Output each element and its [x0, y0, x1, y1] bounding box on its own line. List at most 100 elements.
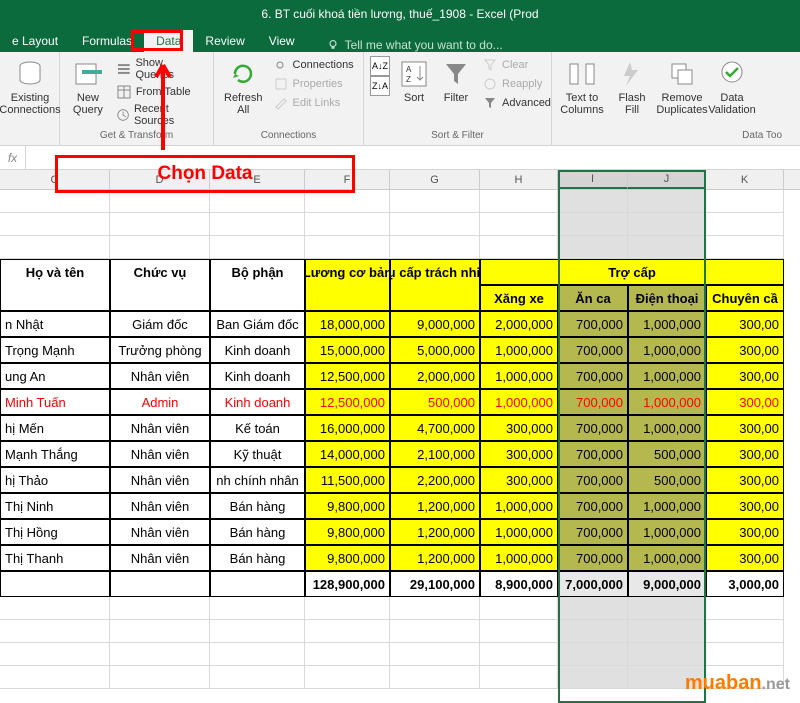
cell-dt[interactable]: 1,000,000 — [628, 545, 706, 571]
cell-chuyen[interactable]: 300,00 — [706, 337, 784, 363]
tell-me[interactable]: Tell me what you want to do... — [327, 38, 503, 52]
cell[interactable] — [110, 213, 210, 236]
cell-cv[interactable]: Nhân viên — [110, 441, 210, 467]
cell-luong[interactable]: 9,800,000 — [305, 493, 390, 519]
cell-luong[interactable]: 18,000,000 — [305, 311, 390, 337]
cell-name[interactable]: hị Mến — [0, 415, 110, 441]
cell[interactable] — [0, 597, 110, 620]
cell[interactable] — [480, 213, 558, 236]
remove-duplicates-button[interactable]: Remove Duplicates — [658, 56, 706, 129]
text-to-columns-button[interactable]: Text to Columns — [558, 56, 606, 129]
cell[interactable] — [628, 190, 706, 213]
cell[interactable] — [305, 190, 390, 213]
cell[interactable] — [0, 643, 110, 666]
cell-xang[interactable]: 1,000,000 — [480, 363, 558, 389]
hdr-anca[interactable]: Ăn ca — [558, 285, 628, 311]
cell-bp[interactable]: Kinh doanh — [210, 389, 305, 415]
cell-phucap[interactable]: 1,200,000 — [390, 545, 480, 571]
cell-bp[interactable]: Kinh doanh — [210, 363, 305, 389]
hdr-hoten[interactable]: Họ và tên — [0, 259, 110, 285]
cell[interactable] — [210, 213, 305, 236]
cell-xang[interactable]: 1,000,000 — [480, 389, 558, 415]
sort-desc-button[interactable]: Z↓A — [370, 76, 390, 96]
cell[interactable] — [480, 620, 558, 643]
cell[interactable] — [110, 620, 210, 643]
cell[interactable] — [558, 597, 628, 620]
cell-chuyen[interactable]: 300,00 — [706, 415, 784, 441]
cell-name[interactable]: ung An — [0, 363, 110, 389]
cell-chuyen[interactable]: 300,00 — [706, 441, 784, 467]
sheet-area[interactable]: C D E F G H I J K Họ và tên Chức vụ Bộ p… — [0, 170, 800, 689]
cell-bp[interactable]: nh chính nhân — [210, 467, 305, 493]
cell-name[interactable]: Trọng Mạnh — [0, 337, 110, 363]
cell-chuyen[interactable]: 300,00 — [706, 467, 784, 493]
cell-luong[interactable]: 9,800,000 — [305, 545, 390, 571]
cell[interactable] — [390, 285, 480, 311]
cell[interactable] — [628, 236, 706, 259]
hdr-trocap[interactable]: Trợ cấp — [480, 259, 784, 285]
cell[interactable] — [390, 620, 480, 643]
cell[interactable] — [110, 285, 210, 311]
cell[interactable] — [558, 643, 628, 666]
cell-phucap[interactable]: 2,100,000 — [390, 441, 480, 467]
cell[interactable] — [210, 236, 305, 259]
filter-button[interactable]: Filter — [436, 56, 476, 129]
cell[interactable] — [706, 620, 784, 643]
cell-name[interactable]: Minh Tuấn — [0, 389, 110, 415]
cell-name[interactable]: hị Thảo — [0, 467, 110, 493]
cell-xang[interactable]: 300,000 — [480, 441, 558, 467]
cell-xang[interactable]: 300,000 — [480, 415, 558, 441]
advanced-button[interactable]: Advanced — [478, 94, 555, 112]
cell[interactable] — [305, 666, 390, 689]
col-j[interactable]: J — [628, 170, 706, 189]
cell-bp[interactable]: Ban Giám đốc — [210, 311, 305, 337]
cell-luong[interactable]: 11,500,000 — [305, 467, 390, 493]
cell-bp[interactable]: Bán hàng — [210, 493, 305, 519]
total-phucap[interactable]: 29,100,000 — [390, 571, 480, 597]
cell[interactable] — [480, 190, 558, 213]
cell[interactable] — [390, 597, 480, 620]
cell-luong[interactable]: 12,500,000 — [305, 389, 390, 415]
cell-dt[interactable]: 1,000,000 — [628, 311, 706, 337]
cell[interactable] — [558, 620, 628, 643]
cell-bp[interactable]: Kỹ thuật — [210, 441, 305, 467]
cell-chuyen[interactable]: 300,00 — [706, 519, 784, 545]
total-chuyen[interactable]: 3,000,00 — [706, 571, 784, 597]
cell[interactable] — [390, 190, 480, 213]
cell-cv[interactable]: Giám đốc — [110, 311, 210, 337]
cell-anca[interactable]: 700,000 — [558, 519, 628, 545]
cell[interactable] — [0, 620, 110, 643]
hdr-luong[interactable]: Lương cơ bản — [305, 259, 390, 285]
cell[interactable] — [706, 597, 784, 620]
cell[interactable] — [558, 213, 628, 236]
existing-connections-button[interactable]: Existing Connections — [6, 56, 54, 141]
cell[interactable] — [390, 213, 480, 236]
cell-anca[interactable]: 700,000 — [558, 545, 628, 571]
cell[interactable] — [706, 236, 784, 259]
cell[interactable] — [480, 666, 558, 689]
hdr-chuyen[interactable]: Chuyên cầ — [706, 285, 784, 311]
cell-dt[interactable]: 1,000,000 — [628, 519, 706, 545]
tab-view[interactable]: View — [257, 30, 307, 52]
cell-luong[interactable]: 15,000,000 — [305, 337, 390, 363]
cell-bp[interactable]: Bán hàng — [210, 545, 305, 571]
cell-luong[interactable]: 14,000,000 — [305, 441, 390, 467]
cell[interactable] — [628, 213, 706, 236]
cell-anca[interactable]: 700,000 — [558, 441, 628, 467]
cell-chuyen[interactable]: 300,00 — [706, 389, 784, 415]
cell-cv[interactable]: Nhân viên — [110, 363, 210, 389]
cell[interactable] — [110, 236, 210, 259]
cell-anca[interactable]: 700,000 — [558, 389, 628, 415]
cell-xang[interactable]: 1,000,000 — [480, 519, 558, 545]
cell-dt[interactable]: 1,000,000 — [628, 337, 706, 363]
cell[interactable] — [0, 213, 110, 236]
cell[interactable] — [706, 643, 784, 666]
cell-luong[interactable]: 12,500,000 — [305, 363, 390, 389]
new-query-button[interactable]: New Query — [66, 56, 110, 129]
cell[interactable] — [210, 643, 305, 666]
cell[interactable] — [480, 236, 558, 259]
cell-name[interactable]: Thị Hồng — [0, 519, 110, 545]
cell-cv[interactable]: Nhân viên — [110, 493, 210, 519]
tab-layout[interactable]: e Layout — [0, 30, 70, 52]
total-dt[interactable]: 9,000,000 — [628, 571, 706, 597]
